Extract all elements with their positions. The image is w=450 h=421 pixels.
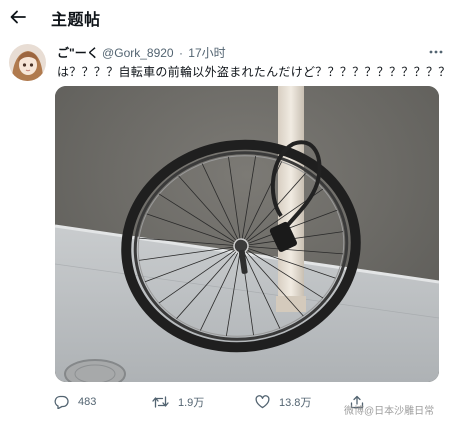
like-count: 13.8万	[279, 397, 312, 409]
more-options-button[interactable]	[428, 46, 444, 58]
arrow-left-icon	[10, 10, 26, 24]
tweet-photo[interactable]	[55, 86, 439, 382]
like-button[interactable]: 13.8万	[255, 393, 311, 411]
back-button[interactable]	[6, 5, 30, 29]
display-name[interactable]: ご"ーく	[57, 46, 99, 60]
avatar[interactable]	[9, 44, 46, 81]
top-bar: 主题帖	[0, 0, 450, 34]
tweet-meta: ご"ーく @Gork_8920 · 17小时	[57, 44, 226, 61]
tweet-timestamp[interactable]: 17小时	[188, 46, 225, 60]
reply-icon	[54, 395, 69, 409]
reply-button[interactable]: 483	[54, 393, 96, 411]
tweet-text: は？？？？自転車の前輪以外盗まれたんだけど？？？？？？？？？？？？	[57, 65, 450, 79]
page-title: 主题帖	[51, 12, 101, 29]
more-horizontal-icon	[429, 50, 443, 54]
meta-separator: ·	[178, 46, 183, 60]
reply-count: 483	[78, 396, 97, 408]
retweet-button[interactable]: 1.9万	[152, 393, 204, 411]
retweet-count: 1.9万	[178, 397, 205, 409]
user-handle[interactable]: @Gork_8920	[102, 46, 174, 60]
heart-icon	[255, 395, 270, 409]
watermark: 微博@日本沙雕日常	[344, 406, 435, 417]
retweet-icon	[152, 396, 169, 408]
